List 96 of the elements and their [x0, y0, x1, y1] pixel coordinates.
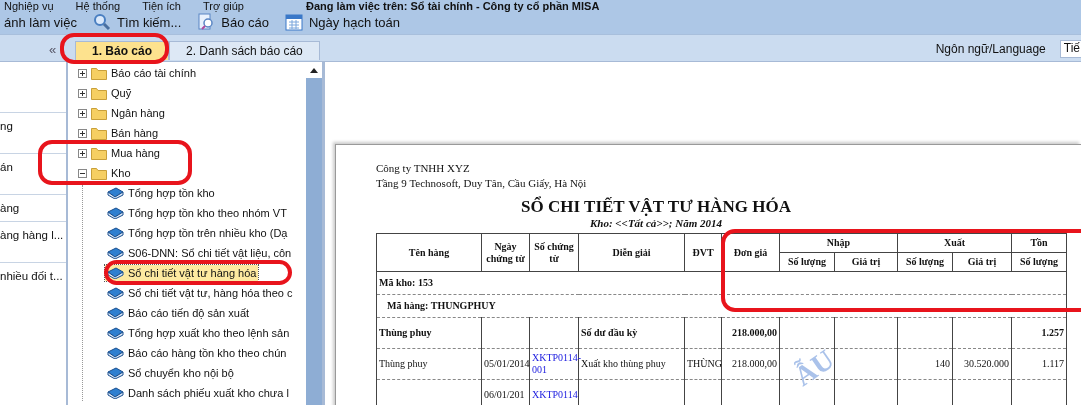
expand-icon[interactable] — [78, 108, 87, 118]
tree-item[interactable]: Bán hàng — [76, 125, 161, 141]
list-item[interactable]: ng — [0, 112, 66, 139]
table-cell: Thùng phuy — [376, 317, 482, 349]
column-header: Số chứng từ — [529, 233, 579, 272]
table-cell: 140 — [897, 348, 953, 380]
book-icon — [107, 227, 124, 239]
tree-item[interactable]: Ngân hàng — [76, 105, 167, 121]
tree-item[interactable]: Sổ chuyển kho nội bộ — [105, 365, 236, 381]
book-icon — [107, 207, 124, 219]
tree-item[interactable]: Báo cáo tiến độ sản xuất — [105, 305, 252, 321]
book-icon — [107, 307, 124, 319]
scroll-up-icon[interactable] — [310, 67, 318, 73]
table-cell: Số dư đầu kỳ — [578, 317, 685, 349]
table-cell: 218.000,00 — [721, 348, 780, 380]
column-header: Xuất — [897, 233, 1012, 253]
window-title: Đang làm việc trên: Sổ tài chính - Công ty cổ phần MISA — [306, 0, 600, 12]
tree-item[interactable]: Tổng hợp xuất kho theo lệnh sản — [105, 325, 292, 341]
column-header: Nhập — [779, 233, 898, 253]
toolbar-button[interactable]: Tìm kiếm... — [93, 13, 182, 31]
menu-item[interactable]: Tiện ích — [142, 0, 181, 12]
list-item[interactable]: án — [0, 153, 66, 180]
report-watermark: ẪU — [789, 344, 840, 392]
tree-item[interactable]: Mua hàng — [76, 145, 162, 161]
list-item[interactable]: nhiều đối t... — [0, 262, 66, 289]
menu-item[interactable]: Nghiệp vụ — [4, 0, 54, 12]
tree-item[interactable]: Quỹ — [76, 85, 134, 101]
folder-icon — [91, 66, 107, 80]
collapse-icon[interactable] — [78, 168, 87, 178]
column-header: Ngày chứng từ — [481, 233, 530, 272]
table-cell: 1.257 — [1011, 317, 1067, 349]
tree-item[interactable]: Tổng hợp tồn trên nhiều kho (Dạ — [105, 225, 290, 241]
menu-item[interactable]: Trợ giúp — [202, 0, 244, 12]
tree-item[interactable]: Tổng hợp tồn kho — [105, 185, 217, 201]
table-cell: 218.000,00 — [721, 317, 780, 349]
expand-icon[interactable] — [78, 148, 87, 158]
column-header: Số lượng — [1011, 252, 1067, 272]
company-name: Công ty TNHH XYZ — [376, 161, 471, 176]
book-icon — [107, 367, 124, 379]
tree-item[interactable]: Tổng hợp tồn kho theo nhóm VT — [105, 205, 289, 221]
tab[interactable]: 2. Danh sách báo cáo — [169, 41, 320, 60]
language-label: Ngôn ngữ/Language — [935, 42, 1046, 56]
report-icon — [197, 13, 216, 31]
expand-icon[interactable] — [78, 128, 87, 138]
tree-item[interactable]: Kho — [76, 165, 133, 181]
book-icon — [107, 247, 124, 259]
column-header: Giá trị — [834, 252, 898, 272]
book-icon — [107, 287, 124, 299]
report-title: SỔ CHI TIẾT VẬT TƯ HÀNG HÓA — [520, 197, 792, 217]
column-header: Giá trị — [952, 252, 1012, 272]
table-cell: 30.520.000 — [952, 348, 1012, 380]
group-row: Mã hàng: THUNGPHUY — [376, 294, 1067, 318]
toolbar-button[interactable]: ánh làm việc — [4, 14, 77, 30]
table-cell: 1.117 — [1011, 348, 1067, 380]
column-header: Diễn giải — [578, 233, 685, 272]
folder-icon — [91, 146, 107, 160]
expand-icon[interactable] — [78, 68, 87, 78]
tree-item[interactable]: Báo cáo hàng tồn kho theo chún — [105, 345, 289, 361]
tab[interactable]: 1. Báo cáo — [75, 41, 170, 60]
list-item[interactable]: àng — [0, 194, 66, 221]
scrollbar[interactable] — [306, 62, 322, 405]
report-subtitle: Kho: <<Tất cả>>; Năm 2014 — [589, 217, 723, 229]
search-icon — [93, 13, 111, 31]
book-icon — [107, 387, 124, 399]
table-cell: 06/01/201 — [481, 379, 530, 405]
toolbar-button[interactable]: Ngày hạch toán — [284, 13, 401, 31]
folder-icon — [91, 166, 107, 180]
folder-icon — [91, 126, 107, 140]
tree-item[interactable]: Báo cáo tài chính — [76, 65, 198, 81]
column-header: Tên hàng — [376, 233, 482, 272]
collapse-panel-button[interactable]: « — [49, 41, 57, 57]
tree-item[interactable]: S06-DNN: Sổ chi tiết vật liệu, côn — [105, 245, 294, 261]
document-link[interactable]: XKTP0114 — [529, 379, 579, 405]
list-item[interactable]: àng hàng l... — [0, 221, 66, 248]
column-header: ĐVT — [684, 233, 722, 272]
folder-icon — [91, 86, 107, 100]
book-icon — [107, 267, 124, 279]
company-address: Tầng 9 Technosoft, Duy Tân, Cầu Giấy, Hà Nội — [376, 176, 588, 191]
language-dropdown[interactable]: Tiế — [1059, 40, 1081, 58]
folder-icon — [91, 106, 107, 120]
book-icon — [107, 347, 124, 359]
book-icon — [107, 187, 124, 199]
table-cell: Thùng phuy — [376, 348, 482, 380]
toolbar-button[interactable]: Báo cáo — [197, 13, 269, 31]
menu-item[interactable]: Hệ thống — [75, 0, 121, 12]
expand-icon[interactable] — [78, 88, 87, 98]
book-icon — [107, 327, 124, 339]
tree-item[interactable]: Danh sách phiếu xuất kho chưa l — [105, 385, 291, 401]
column-header: Số lượng — [897, 252, 953, 272]
calendar-icon — [284, 13, 303, 31]
tree-item[interactable]: Sổ chi tiết vật tư, hàng hóa theo c — [105, 285, 295, 301]
column-header: Số lượng — [779, 252, 835, 272]
group-row: Mã kho: 153 — [376, 271, 1067, 295]
tree-item[interactable]: Sổ chi tiết vật tư hàng hóa — [105, 265, 259, 281]
column-header: Đơn giá — [721, 233, 780, 272]
column-header: Tồn — [1011, 233, 1067, 253]
